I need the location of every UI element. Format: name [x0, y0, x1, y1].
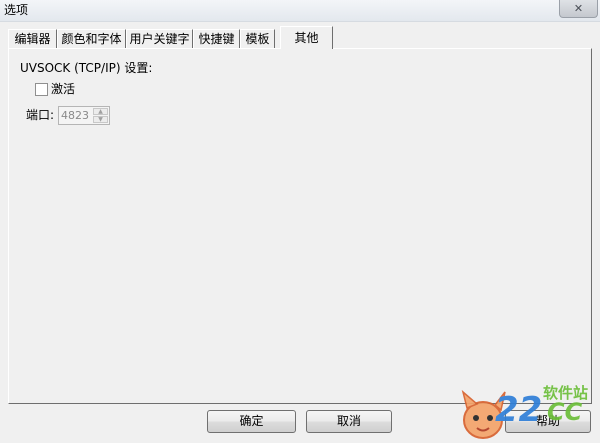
cancel-button[interactable]: 取消	[306, 410, 392, 433]
port-label: 端口:	[26, 108, 55, 122]
tab-label: 用户关键字	[129, 32, 190, 46]
chevron-down-icon[interactable]: ▼	[93, 116, 108, 123]
ok-button-label: 确定	[239, 414, 264, 428]
tab-label: 模板	[245, 32, 270, 46]
uvsock-group-label: UVSOCK (TCP/IP) 设置:	[20, 61, 153, 75]
title-bar: 选项 ✕	[0, 0, 600, 22]
tab-templates[interactable]: 模板	[240, 29, 275, 48]
watermark-logo: 软件站 22 CC	[455, 380, 600, 443]
activate-label[interactable]: 激活	[51, 82, 75, 97]
port-spinbox[interactable]: ▲ ▼	[58, 106, 110, 125]
activate-checkbox[interactable]: ✓	[35, 83, 48, 96]
tab-label: 快捷键	[198, 32, 235, 46]
tab-other[interactable]: 其他	[280, 26, 333, 49]
tab-label: 编辑器	[14, 32, 51, 46]
chevron-up-icon[interactable]: ▲	[93, 108, 108, 115]
port-spin-arrows[interactable]: ▲ ▼	[93, 108, 108, 123]
port-input[interactable]	[60, 108, 94, 123]
close-button[interactable]: ✕	[559, 0, 598, 18]
watermark-mark-a: 22	[495, 390, 543, 430]
tab-editor[interactable]: 编辑器	[8, 29, 57, 48]
ok-button[interactable]: 确定	[207, 410, 296, 433]
close-icon: ✕	[573, 2, 584, 15]
watermark-mark-b: CC	[547, 398, 583, 426]
tab-label: 颜色和字体	[61, 32, 122, 46]
cancel-button-label: 取消	[336, 414, 361, 428]
tab-panel-other	[8, 48, 592, 404]
tab-user-keywords[interactable]: 用户关键字	[126, 29, 193, 48]
tab-shortcuts[interactable]: 快捷键	[193, 29, 240, 48]
tab-colors-fonts[interactable]: 颜色和字体	[57, 29, 126, 48]
window-title: 选项	[4, 3, 29, 17]
tab-label: 其他	[294, 31, 319, 45]
